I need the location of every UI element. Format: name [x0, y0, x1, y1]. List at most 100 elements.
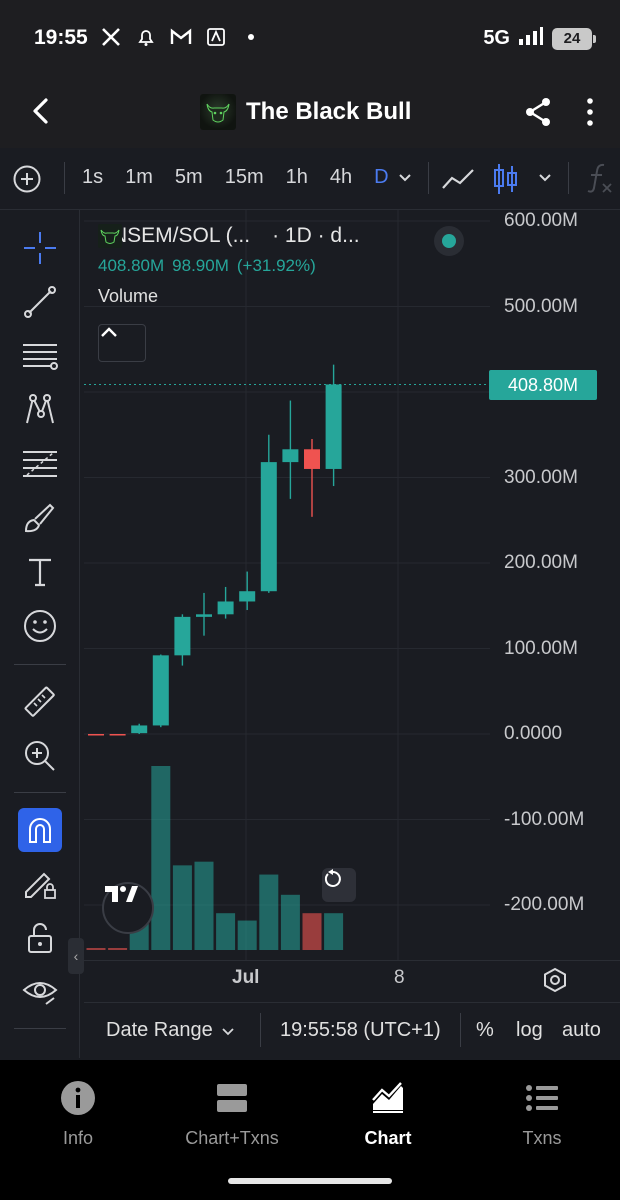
date-range-button[interactable]: Date Range	[106, 1019, 213, 1042]
magnet-tool[interactable]	[18, 808, 62, 852]
price-axis-label: -200.00M	[504, 894, 585, 915]
tradingview-icon	[105, 886, 138, 902]
collapse-legend-button[interactable]	[98, 324, 146, 362]
legend-change-pct: (+31.92%)	[236, 256, 316, 275]
zoom-in-icon	[25, 741, 55, 771]
candles-icon	[494, 164, 517, 194]
candle-body	[174, 616, 191, 656]
back-button[interactable]	[24, 94, 58, 128]
indicators-button[interactable]	[586, 162, 614, 199]
legend-price: 408.80M	[98, 256, 165, 275]
split-view-icon	[217, 1084, 247, 1112]
candle-body	[109, 734, 126, 736]
volume-bar	[151, 766, 171, 950]
chevron-down-icon	[539, 174, 551, 182]
brush-icon	[24, 503, 55, 533]
interval-dropdown-button[interactable]	[396, 168, 414, 191]
price-axis-label: 600.00M	[504, 210, 578, 231]
candle-body	[260, 462, 277, 592]
volume-bar	[280, 894, 300, 950]
interval-15m[interactable]: 15m	[225, 166, 264, 189]
nav-txns[interactable]: Txns	[472, 1078, 612, 1149]
emoji-tool[interactable]	[18, 604, 62, 648]
candles-style-button[interactable]	[492, 162, 520, 201]
volume-bar	[194, 861, 214, 950]
zoom-tool[interactable]	[18, 734, 62, 778]
log-scale-toggle[interactable]: log	[516, 1019, 543, 1042]
bull-icon	[206, 103, 230, 123]
last-price-tag: 408.80M	[489, 370, 597, 400]
home-indicator[interactable]	[228, 1178, 392, 1184]
visibility-tool[interactable]	[18, 970, 62, 1014]
unlock-icon	[28, 923, 52, 953]
share-icon	[526, 98, 550, 126]
add-symbol-button[interactable]	[12, 164, 42, 199]
price-axis-label: 0.0000	[504, 723, 563, 744]
interval-4h[interactable]: 4h	[330, 166, 352, 189]
chart-settings-button[interactable]	[542, 967, 568, 998]
candle-body	[131, 725, 148, 734]
line-style-button[interactable]	[440, 164, 476, 199]
interval-1s[interactable]: 1s	[82, 166, 103, 189]
volume-label[interactable]: Volume	[98, 286, 360, 307]
signal-icon	[518, 26, 544, 51]
text-icon	[29, 558, 51, 587]
crosshair-icon	[24, 232, 56, 264]
candle-body	[282, 449, 299, 463]
interval-d[interactable]: D	[374, 166, 388, 189]
trend-line-tool[interactable]	[18, 280, 62, 324]
market-status-indicator[interactable]	[434, 226, 464, 256]
page-title: The Black Bull	[246, 98, 412, 125]
app-header: The Black Bull	[0, 76, 620, 148]
volume-bar	[108, 948, 128, 950]
more-menu-button[interactable]	[584, 96, 596, 133]
chart-bottom-controls: Date Range 19:55:58 (UTC+1) % log auto	[84, 1002, 620, 1058]
percent-scale-toggle[interactable]: %	[476, 1019, 494, 1042]
volume-bar	[86, 948, 106, 950]
auto-scale-toggle[interactable]: auto	[562, 1019, 601, 1042]
time-axis[interactable]: Jul 8	[84, 960, 620, 1002]
ruler-icon	[24, 686, 55, 717]
text-tool[interactable]	[18, 550, 62, 594]
legend-change: 98.90M	[172, 256, 229, 275]
unlock-tool[interactable]	[18, 916, 62, 960]
chevron-down-icon	[222, 1028, 234, 1036]
price-axis-label: 300.00M	[504, 466, 578, 488]
candlestick-chart	[84, 210, 490, 960]
chart-legend: ANSEM/SOL (... · 1D · d... 408.80M 98.90…	[98, 224, 360, 307]
line-chart-icon	[442, 169, 474, 189]
nav-chart-txns[interactable]: Chart+Txns	[162, 1078, 302, 1149]
nav-chart[interactable]: Chart	[318, 1078, 458, 1149]
fib-tool[interactable]	[18, 442, 62, 486]
volume-bar	[324, 913, 344, 950]
interval-5m[interactable]: 5m	[175, 166, 203, 189]
timezone-clock[interactable]: 19:55:58 (UTC+1)	[280, 1019, 441, 1042]
more-vertical-icon	[587, 98, 593, 126]
drawing-toolbar	[0, 210, 80, 1058]
reset-chart-button[interactable]	[322, 868, 356, 902]
candle-body	[304, 449, 320, 469]
nav-info[interactable]: Info	[8, 1078, 148, 1149]
status-bar: 19:55 5G 24	[0, 0, 620, 76]
horizontal-lines-tool[interactable]	[18, 334, 62, 378]
status-time: 19:55	[34, 26, 88, 49]
candle-body	[152, 655, 169, 726]
pencil-lock-icon	[25, 872, 56, 899]
price-axis[interactable]: 600.00M500.00M400.00M300.00M200.00M100.0…	[490, 210, 620, 960]
interval-1h[interactable]: 1h	[286, 166, 308, 189]
collapse-toolbar-button[interactable]: ‹	[68, 938, 84, 974]
chart-type-dropdown-button[interactable]	[536, 168, 554, 191]
area-chart-icon	[372, 1082, 403, 1113]
chevron-up-icon	[101, 327, 117, 337]
function-icon	[587, 163, 612, 193]
brush-tool[interactable]	[18, 496, 62, 540]
pattern-tool[interactable]	[18, 388, 62, 432]
interval-1m[interactable]: 1m	[125, 166, 153, 189]
lock-drawing-tool[interactable]	[18, 862, 62, 906]
plus-circle-icon	[13, 165, 41, 193]
crosshair-tool[interactable]	[18, 226, 62, 270]
share-button[interactable]	[522, 96, 554, 133]
measure-tool[interactable]	[18, 680, 62, 724]
candle-body	[88, 734, 104, 736]
tradingview-logo[interactable]	[102, 882, 154, 934]
